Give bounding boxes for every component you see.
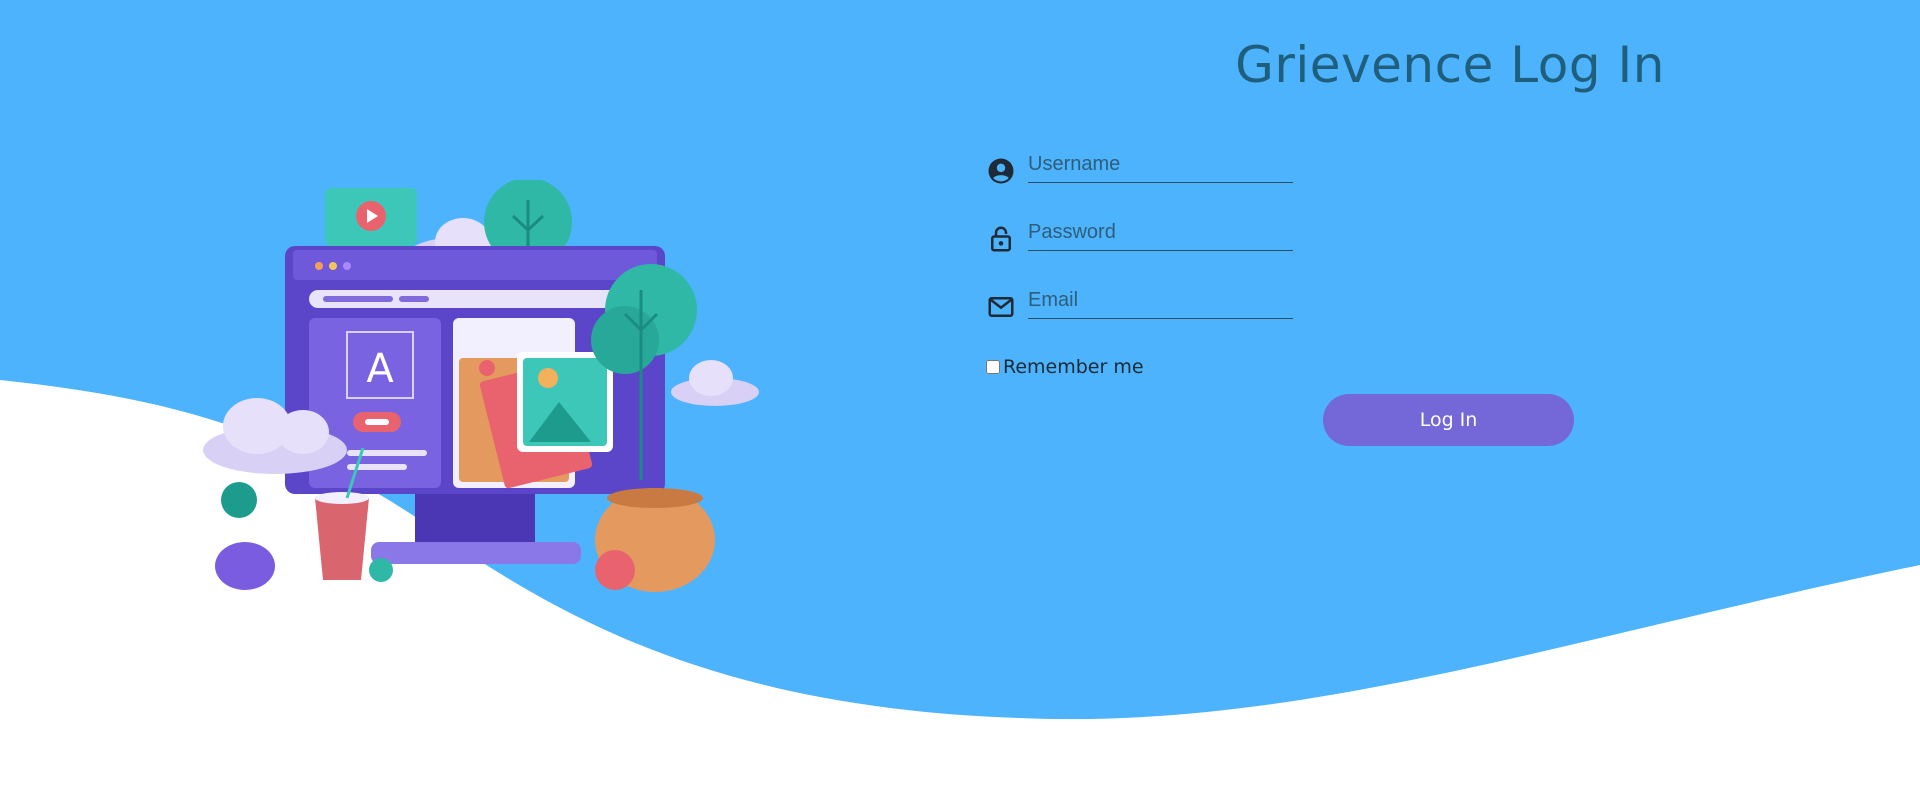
email-field-row	[986, 282, 1296, 326]
plant-pot-icon	[215, 482, 275, 590]
password-field-row	[986, 214, 1296, 258]
monitor-letter: A	[366, 346, 394, 392]
login-page: A Grievence Log In Username Email Rememb…	[0, 0, 1920, 809]
remember-me-checkbox[interactable]	[986, 360, 1000, 374]
remember-me[interactable]: Remember me	[986, 356, 1144, 378]
monitor-stand-icon	[371, 494, 581, 564]
lock-open-icon	[991, 226, 1011, 252]
username-input[interactable]	[1028, 146, 1293, 183]
plant-pot-icon	[595, 488, 715, 592]
username-field-row	[986, 146, 1296, 190]
website-design-illustration: A	[203, 180, 759, 592]
password-input[interactable]	[1028, 214, 1293, 251]
account-circle-icon	[988, 158, 1014, 184]
remember-me-label: Remember me	[1003, 356, 1144, 378]
page-title: Grievence Log In	[1235, 36, 1665, 94]
cloud-icon	[671, 360, 759, 406]
mail-icon	[988, 297, 1014, 317]
video-card-icon	[325, 188, 417, 246]
login-button[interactable]: Log In	[1323, 394, 1574, 446]
email-input[interactable]	[1028, 282, 1293, 319]
